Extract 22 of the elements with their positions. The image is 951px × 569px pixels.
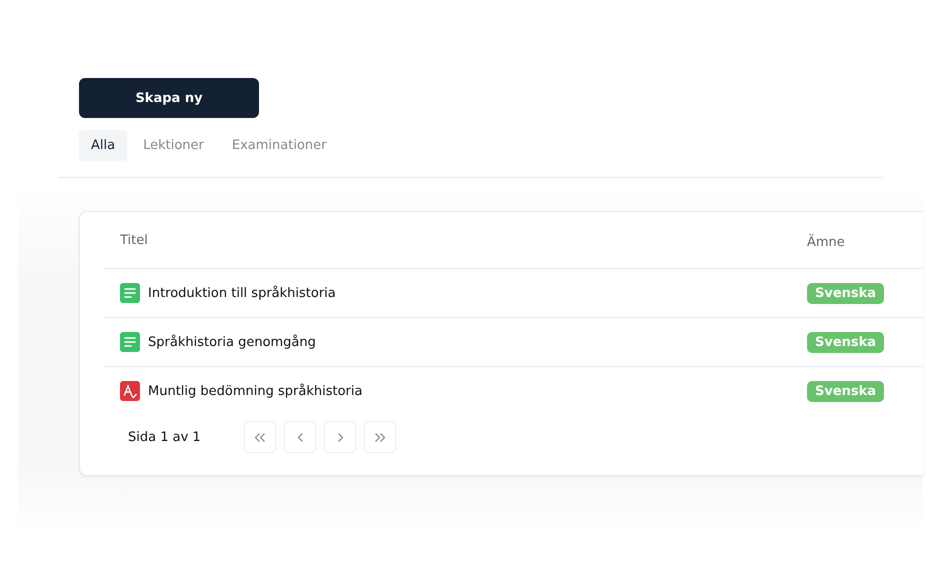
row-title[interactable]: Introduktion till språkhistoria [148,286,336,300]
column-header: Ämne [807,234,845,250]
tab[interactable]: Lektioner [131,130,216,161]
subject-tag: Svenska [807,381,884,402]
document-icon [120,332,140,352]
chevron-left-icon [298,432,302,442]
last-page-button[interactable] [364,421,396,453]
document-icon [120,283,140,303]
tab[interactable]: Alla [79,130,128,161]
exam-icon [120,381,140,401]
row-title[interactable]: Muntlig bedömning språkhistoria [148,384,362,398]
subject-tag: Svenska [807,332,884,353]
column-header: Titel [120,232,148,248]
subject-tag: Svenska [807,283,884,304]
create-button[interactable]: Skapa ny [79,78,259,118]
tab[interactable]: Examinationer [220,130,338,161]
page-indicator: Sida 1 av 1 [128,430,202,444]
double-chevron-right-icon [375,432,385,442]
chevron-right-icon [338,432,342,442]
double-chevron-left-icon [255,432,265,442]
row-title[interactable]: Språkhistoria genomgång [148,334,316,350]
first-page-button[interactable] [244,421,276,453]
